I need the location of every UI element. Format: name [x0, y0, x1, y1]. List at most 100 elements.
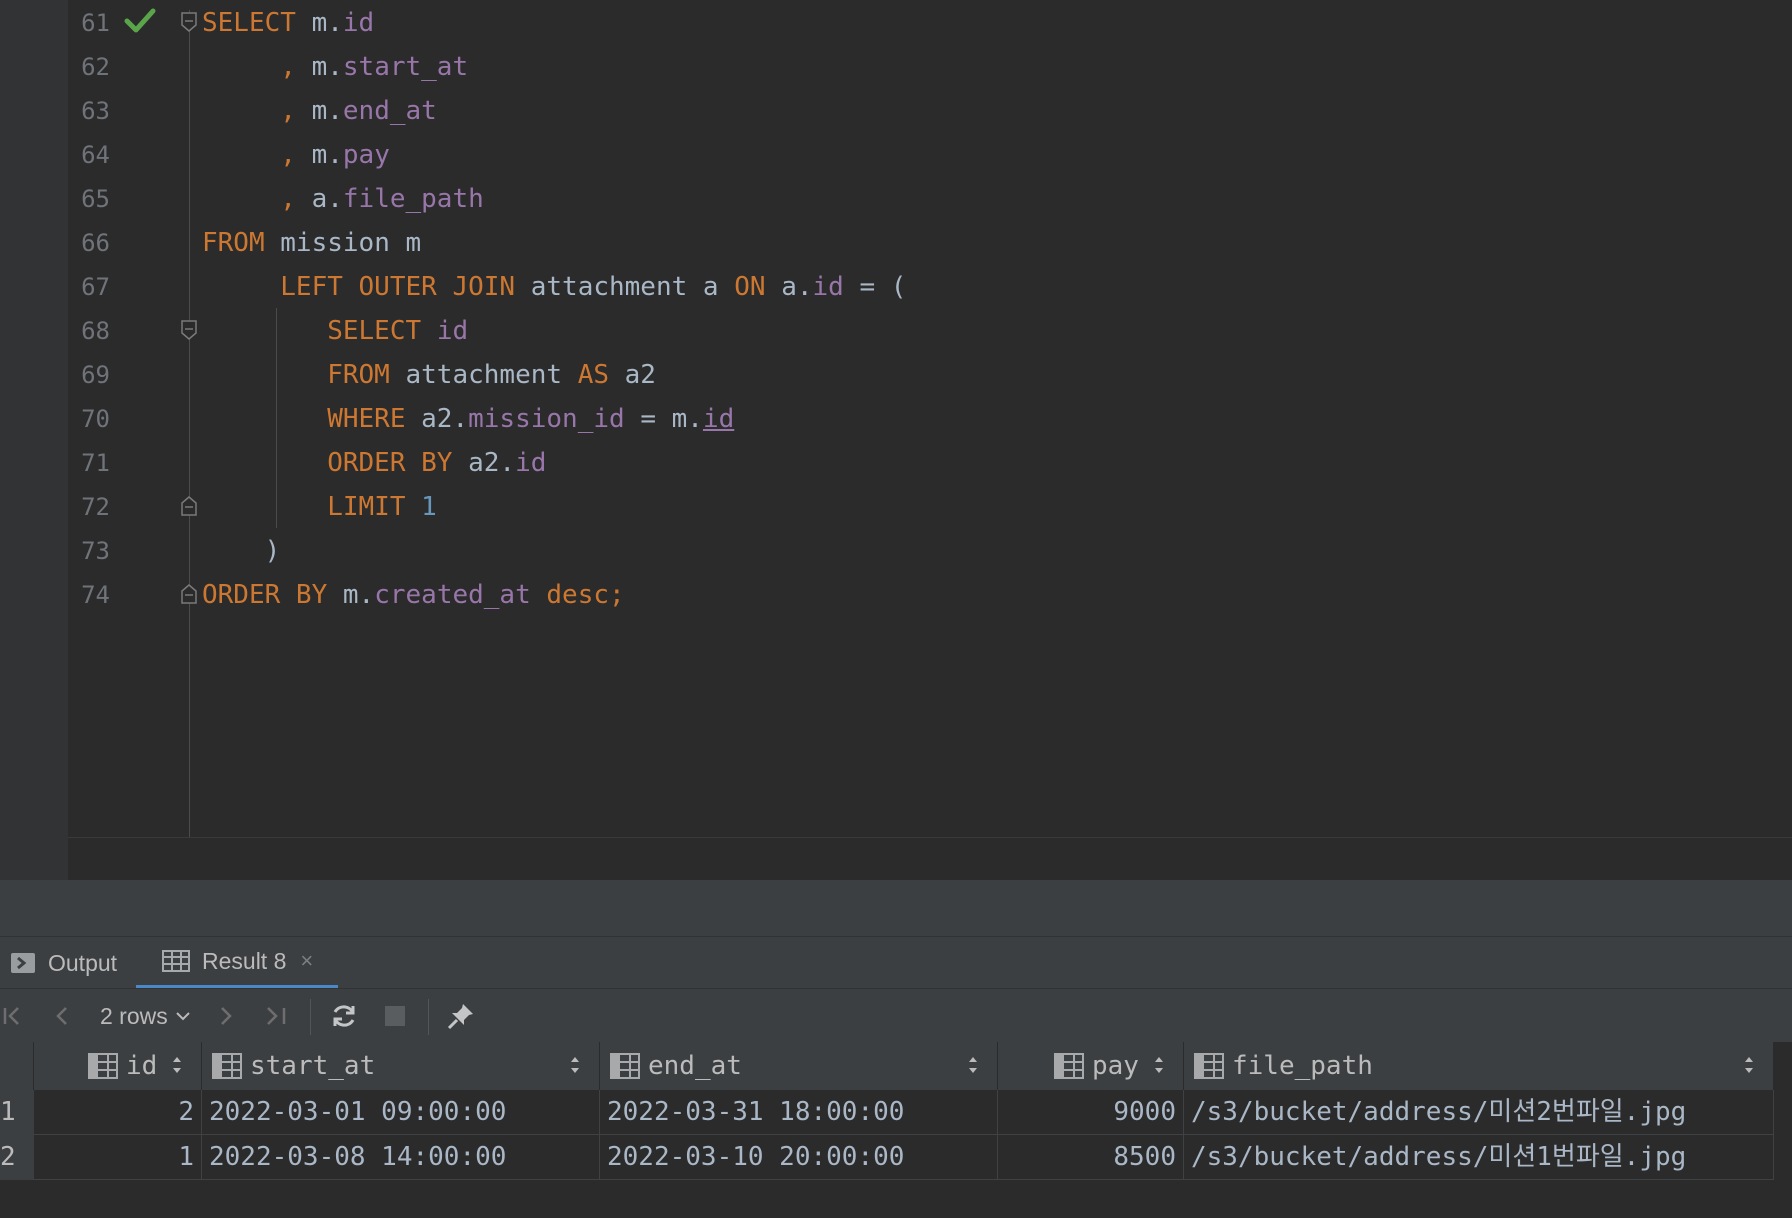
sort-icon[interactable] [1743, 1054, 1755, 1076]
rows-selector[interactable]: 2 rows [100, 1001, 192, 1031]
code-line[interactable]: 61 SELECT m.id [0, 1, 1792, 45]
line-number: 64 [81, 141, 110, 169]
code-text[interactable]: ORDER BY a2.id [202, 441, 546, 485]
code-line[interactable]: 70 WHERE a2.mission_id = m.id [0, 397, 1792, 441]
refresh-icon[interactable] [328, 1001, 360, 1031]
code-token: LEFT OUTER JOIN [202, 272, 516, 302]
fold-end-icon[interactable] [180, 496, 198, 516]
code-text[interactable]: FROM mission m [202, 221, 421, 265]
services-tool-window: Output Result 8 × 2 rows id start_at end… [0, 880, 1792, 1218]
result-grid[interactable]: id start_at end_at pay file_path 1 2 202… [0, 1042, 1792, 1218]
cell-id[interactable]: 1 [34, 1135, 202, 1180]
fold-icon[interactable] [180, 320, 198, 340]
next-page-icon[interactable] [212, 1001, 238, 1031]
code-text[interactable]: , m.start_at [202, 45, 468, 89]
cell-end-at[interactable]: 2022-03-10 20:00:00 [600, 1135, 998, 1180]
code-token: AS [577, 360, 609, 390]
cell-pay[interactable]: 9000 [998, 1090, 1184, 1135]
column-header-start-at[interactable]: start_at [202, 1042, 600, 1090]
code-token: ORDER BY [202, 580, 328, 610]
sort-icon[interactable] [1153, 1054, 1165, 1076]
code-line[interactable]: 62 , m.start_at [0, 45, 1792, 89]
code-line[interactable]: 73 ) [0, 529, 1792, 573]
column-label: start_at [250, 1051, 376, 1081]
code-line[interactable]: 71 ORDER BY a2.id [0, 441, 1792, 485]
code-token: = ( [843, 272, 907, 302]
code-token: SELECT [202, 316, 422, 346]
code-token: created_at [374, 580, 531, 610]
sort-icon[interactable] [967, 1054, 979, 1076]
code-text[interactable]: , m.end_at [202, 89, 437, 133]
close-icon[interactable]: × [300, 948, 313, 974]
column-header-file-path[interactable]: file_path [1184, 1042, 1774, 1090]
code-line[interactable]: 63 , m.end_at [0, 89, 1792, 133]
code-line[interactable]: 68 SELECT id [0, 309, 1792, 353]
line-number: 65 [81, 185, 110, 213]
code-token: id [436, 316, 469, 346]
code-line[interactable]: 67 LEFT OUTER JOIN attachment a ON a.id … [0, 265, 1792, 309]
column-header-end-at[interactable]: end_at [600, 1042, 998, 1090]
code-text[interactable]: SELECT m.id [202, 1, 374, 45]
code-token: mission_id [468, 404, 625, 434]
code-token: a. [311, 184, 343, 214]
code-token: a2. [405, 404, 469, 434]
code-token: FROM [202, 360, 390, 390]
pin-icon[interactable] [444, 1001, 478, 1031]
code-line[interactable]: 65 , a.file_path [0, 177, 1792, 221]
row-number[interactable]: 1 [0, 1090, 34, 1135]
tab-output[interactable]: Output [10, 937, 130, 989]
row-number[interactable]: 2 [0, 1135, 34, 1180]
cell-start-at[interactable]: 2022-03-08 14:00:00 [202, 1135, 600, 1180]
cell-file-path[interactable]: /s3/bucket/address/미션1번파일.jpg [1184, 1135, 1774, 1180]
sort-icon[interactable] [569, 1054, 581, 1076]
fold-end-icon[interactable] [180, 584, 198, 604]
column-header-pay[interactable]: pay [998, 1042, 1184, 1090]
code-token: id [812, 272, 844, 302]
code-token: ORDER BY [202, 448, 453, 478]
code-text[interactable]: LIMIT 1 [202, 485, 437, 529]
column-header-id[interactable]: id [34, 1042, 202, 1090]
first-page-icon[interactable] [0, 1001, 26, 1031]
code-token: m. [311, 52, 343, 82]
cell-pay[interactable]: 8500 [998, 1135, 1184, 1180]
sort-icon[interactable] [171, 1054, 183, 1076]
column-icon [1194, 1053, 1224, 1079]
code-token: file_path [342, 184, 484, 214]
code-text[interactable]: LEFT OUTER JOIN attachment a ON a.id = ( [202, 265, 906, 309]
code-text[interactable]: ORDER BY m.created_at desc; [202, 573, 625, 617]
row-number-header [0, 1042, 34, 1090]
cell-id[interactable]: 2 [34, 1090, 202, 1135]
code-token: id [342, 8, 375, 38]
code-line[interactable]: 74 ORDER BY m.created_at desc; [0, 573, 1792, 617]
code-line[interactable]: 66 FROM mission m [0, 221, 1792, 265]
code-text[interactable]: SELECT id [202, 309, 468, 353]
cell-end-at[interactable]: 2022-03-31 18:00:00 [600, 1090, 998, 1135]
code-line[interactable]: 72 LIMIT 1 [0, 485, 1792, 529]
code-token: id [515, 448, 547, 478]
code-token: pay [342, 140, 390, 170]
line-number: 63 [81, 97, 110, 125]
code-text[interactable]: ) [202, 529, 281, 573]
code-token: mission m [264, 228, 422, 258]
code-line[interactable]: 64 , m.pay [0, 133, 1792, 177]
code-text[interactable]: FROM attachment AS a2 [202, 353, 656, 397]
cell-file-path[interactable]: /s3/bucket/address/미션2번파일.jpg [1184, 1090, 1774, 1135]
prev-page-icon[interactable] [50, 1001, 76, 1031]
code-line[interactable]: 69 FROM attachment AS a2 [0, 353, 1792, 397]
column-icon [212, 1053, 242, 1079]
tab-result[interactable]: Result 8 × [136, 937, 338, 989]
code-text[interactable]: , m.pay [202, 133, 390, 177]
stop-icon[interactable] [380, 1001, 410, 1031]
code-text[interactable]: , a.file_path [202, 177, 484, 221]
sql-editor[interactable]: 61 SELECT m.id 62 , m.start_at 63 , m.end_a… [0, 0, 1792, 880]
code-token: = m. [624, 404, 703, 434]
column-icon [88, 1053, 118, 1079]
fold-icon[interactable] [180, 12, 198, 32]
code-token: ON [734, 272, 766, 302]
code-text[interactable]: WHERE a2.mission_id = m.id [202, 397, 734, 441]
cell-start-at[interactable]: 2022-03-01 09:00:00 [202, 1090, 600, 1135]
code-token: attachment [389, 360, 578, 390]
last-page-icon[interactable] [262, 1001, 290, 1031]
